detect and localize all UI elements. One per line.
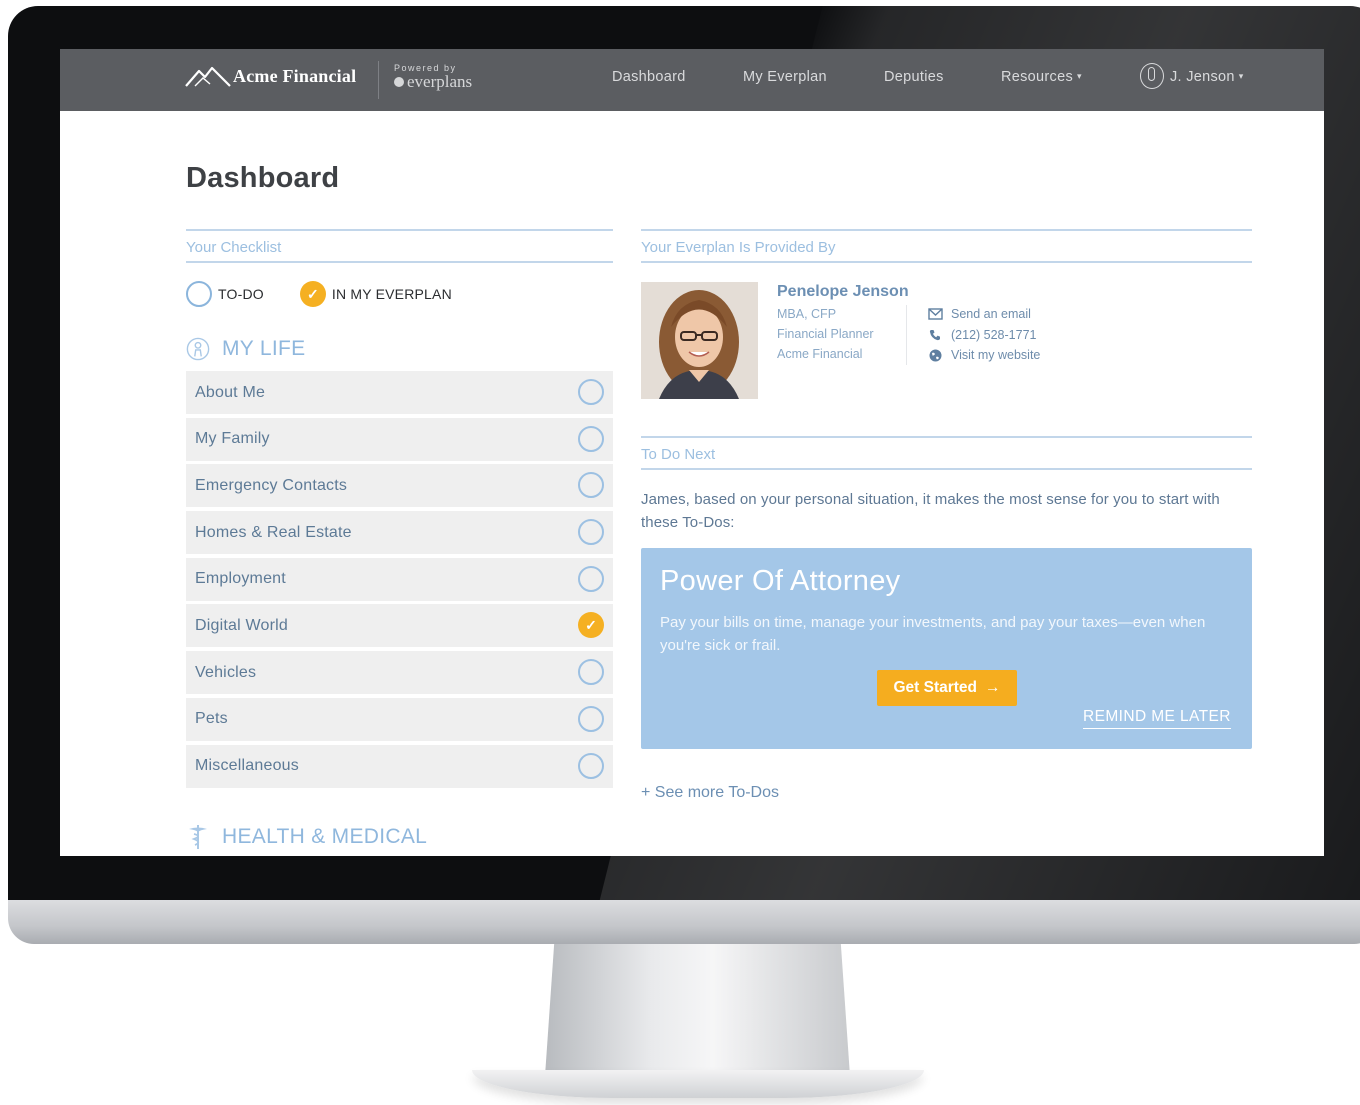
empty-circle-icon [578, 379, 604, 405]
phone-number[interactable]: (212) 528-1771 [927, 328, 1036, 342]
advisor-company: Acme Financial [777, 347, 863, 361]
empty-circle-icon [578, 659, 604, 686]
logo-divider [378, 61, 379, 99]
empty-circle-icon [578, 472, 604, 499]
everplans-dot-icon [394, 77, 404, 87]
empty-circle-icon [578, 565, 604, 592]
globe-icon [927, 348, 943, 362]
checklist-heading: Your Checklist [186, 229, 613, 263]
category-health-label: HEALTH & MEDICAL [222, 825, 428, 848]
checklist-row[interactable]: My Family [186, 417, 613, 461]
get-started-label: Get Started [893, 679, 978, 696]
monitor-stand [545, 944, 850, 1076]
checklist-row-label: Pets [195, 710, 228, 728]
checklist-row[interactable]: Vehicles [186, 651, 613, 695]
user-name: J. Jenson [1170, 69, 1235, 85]
advisor-divider [906, 305, 907, 365]
category-my-life-label: MY LIFE [222, 337, 306, 360]
checklist-row-label: About Me [195, 383, 266, 401]
monitor-chin [8, 900, 1360, 944]
category-health-medical: HEALTH & MEDICAL [186, 825, 427, 849]
advisor-name[interactable]: Penelope Jenson [777, 283, 909, 301]
everplans-logo: everplans [394, 72, 472, 92]
phone-icon [927, 328, 943, 342]
checklist-row[interactable]: Pets [186, 697, 613, 741]
envelope-icon [927, 307, 943, 321]
checklist-row-label: My Family [195, 430, 270, 448]
page-title: Dashboard [186, 162, 340, 194]
checklist-row-label: Employment [195, 570, 286, 588]
checkmark-icon: ✓ [299, 281, 326, 307]
checklist-row-label: Homes & Real Estate [195, 523, 352, 541]
caret-down-icon: ▾ [1077, 71, 1082, 81]
checklist-row[interactable]: Emergency Contacts [186, 464, 613, 508]
legend-todo-label: TO-DO [218, 286, 264, 302]
brand-name: Acme Financial [233, 66, 357, 86]
checklist-row[interactable]: Employment [186, 557, 613, 601]
checklist-row-label: Miscellaneous [195, 757, 299, 774]
checkmark-icon: ✓ [578, 612, 604, 639]
checklist-items: About Me My Family Emergency Contacts Homes… [186, 371, 613, 791]
checklist-row-label: Vehicles [195, 663, 257, 681]
monitor-stand-base [472, 1070, 924, 1098]
person-icon [186, 337, 210, 361]
get-started-button[interactable]: Get Started → [877, 670, 1017, 706]
advisor-photo [641, 282, 758, 399]
nav-my-everplan[interactable]: My Everplan [743, 69, 827, 85]
todo-card: Power Of Attorney Pay your bills on time… [641, 548, 1252, 749]
empty-circle-icon [578, 752, 604, 779]
caduceus-icon [186, 825, 210, 849]
advisor-role: Financial Planner [777, 327, 874, 341]
see-more-todos-link[interactable]: + See more To-Dos [641, 784, 779, 802]
checklist-row-label: Emergency Contacts [195, 476, 348, 494]
nav-dashboard[interactable]: Dashboard [612, 69, 686, 85]
phone-label: (212) 528-1771 [951, 328, 1037, 342]
checklist-row[interactable]: Homes & Real Estate [186, 511, 613, 555]
checklist-legend: TO-DO ✓ IN MY EVERPLAN [186, 281, 452, 307]
todo-intro-text: James, based on your personal situation,… [641, 491, 1220, 531]
todo-heading: To Do Next [641, 436, 1252, 470]
todo-card-description: Pay your bills on time, manage your inve… [660, 614, 1206, 654]
empty-circle-icon [578, 425, 604, 452]
advisor-credentials: MBA, CFP [777, 307, 837, 321]
checklist-row[interactable]: Digital World ✓ [186, 604, 613, 648]
nav-deputies[interactable]: Deputies [884, 69, 944, 85]
checklist-row-label: Digital World [195, 616, 288, 634]
arrow-right-icon: → [985, 679, 1001, 696]
powered-by-badge: Powered by everplans [394, 63, 472, 92]
visit-website-link[interactable]: Visit my website [927, 348, 1040, 362]
empty-circle-icon [578, 705, 604, 732]
checklist-row[interactable]: Miscellaneous [186, 744, 613, 788]
user-avatar-icon[interactable] [1140, 63, 1164, 89]
mountain-icon [185, 66, 231, 87]
send-email-label: Send an email [951, 307, 1031, 321]
caret-down-icon: ▾ [1238, 71, 1244, 81]
checklist-row[interactable]: About Me [186, 371, 613, 414]
todo-circle-icon [186, 281, 212, 307]
nav-resources[interactable]: Resources ▾ [1001, 69, 1082, 85]
empty-circle-icon [578, 519, 604, 546]
remind-me-later-link[interactable]: REMIND ME LATER [1083, 708, 1231, 729]
user-menu[interactable]: J. Jenson ▾ [1170, 69, 1244, 85]
provider-heading: Your Everplan Is Provided By [641, 229, 1252, 263]
screen: Acme Financial Powered by everplans Dash… [60, 49, 1324, 856]
legend-done-label: IN MY EVERPLAN [331, 286, 452, 302]
visit-website-label: Visit my website [951, 348, 1041, 362]
todo-card-title: Power Of Attorney [660, 565, 901, 597]
top-navbar: Acme Financial Powered by everplans Dash… [60, 49, 1324, 111]
everplans-wordmark: everplans [407, 72, 473, 91]
category-my-life: MY LIFE [186, 337, 305, 361]
nav-resources-label: Resources [1001, 69, 1074, 85]
send-email-link[interactable]: Send an email [927, 307, 1031, 321]
brand-logo[interactable]: Acme Financial [185, 65, 356, 87]
